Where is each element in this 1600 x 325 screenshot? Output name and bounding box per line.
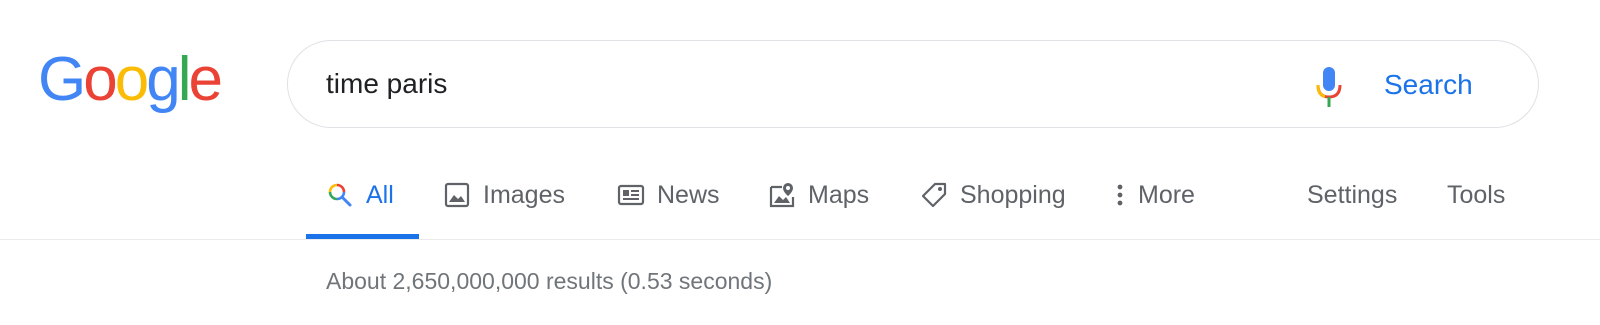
tab-maps[interactable]: Maps xyxy=(768,170,869,220)
tabs-divider xyxy=(0,239,1600,240)
tab-more-label: More xyxy=(1138,180,1195,209)
tab-news-label: News xyxy=(657,180,720,209)
tab-news[interactable]: News xyxy=(617,170,720,220)
more-vert-icon xyxy=(1112,181,1128,209)
logo-letter: g xyxy=(146,45,181,114)
news-icon xyxy=(617,181,645,209)
settings-link[interactable]: Settings xyxy=(1307,170,1397,220)
search-box: Search xyxy=(287,40,1539,128)
tab-images[interactable]: Images xyxy=(443,170,565,220)
search-button[interactable]: Search xyxy=(1384,63,1473,107)
tab-all-label: All xyxy=(366,180,394,209)
tab-all[interactable]: All xyxy=(326,170,394,220)
logo-letter: G xyxy=(38,45,86,114)
tab-images-label: Images xyxy=(483,180,565,209)
google-logo[interactable]: Google xyxy=(38,40,223,120)
logo-letter: l xyxy=(177,45,192,114)
microphone-icon[interactable] xyxy=(1314,65,1344,109)
logo-letter: o xyxy=(114,45,150,114)
tag-icon xyxy=(920,181,948,209)
tab-shopping[interactable]: Shopping xyxy=(920,170,1066,220)
search-tabs: All Images News Maps Shopping More Setti… xyxy=(0,170,1600,220)
result-stats: About 2,650,000,000 results (0.53 second… xyxy=(326,268,773,294)
tab-maps-label: Maps xyxy=(808,180,870,209)
tools-link[interactable]: Tools xyxy=(1447,170,1505,220)
search-input[interactable] xyxy=(326,61,1226,107)
logo-letter: o xyxy=(83,45,118,114)
tab-more[interactable]: More xyxy=(1112,170,1195,220)
logo-letter: e xyxy=(188,45,223,114)
search-results-page: Google Search xyxy=(0,0,1600,325)
map-icon xyxy=(768,181,796,209)
search-icon xyxy=(326,181,354,209)
tab-shopping-label: Shopping xyxy=(960,180,1066,209)
image-icon xyxy=(443,181,471,209)
